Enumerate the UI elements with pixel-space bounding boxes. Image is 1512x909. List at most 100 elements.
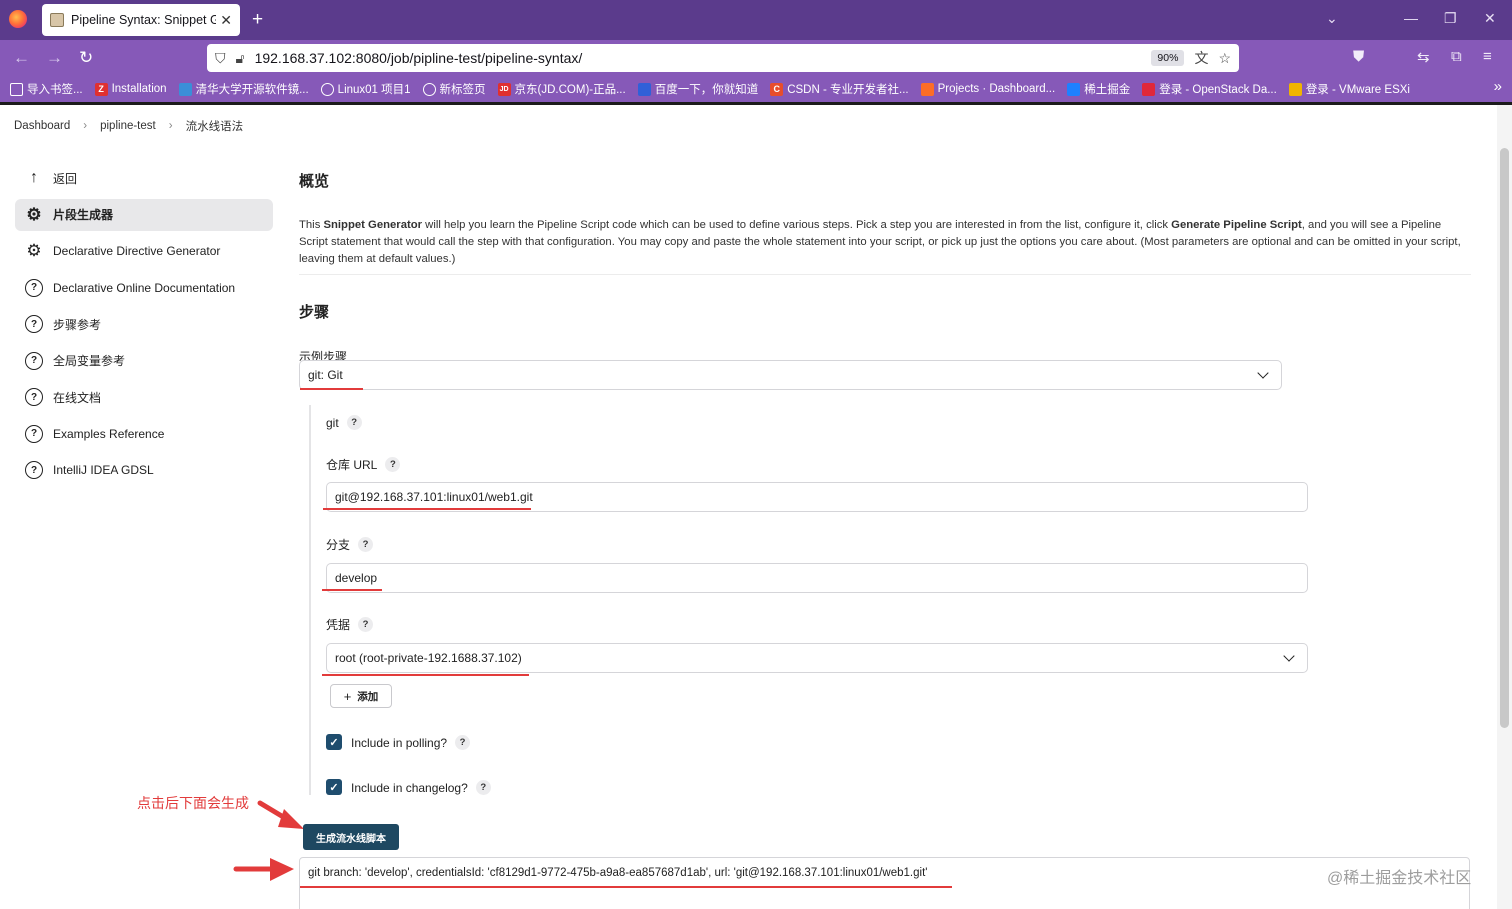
page-top-strip bbox=[0, 102, 1512, 105]
bookmark-item[interactable]: Projects · Dashboard... bbox=[920, 82, 1055, 96]
sidebar-item[interactable]: ? 步骤参考 bbox=[15, 308, 273, 340]
polling-label-row: Include in polling? ? bbox=[351, 735, 471, 750]
back-icon[interactable]: ← bbox=[13, 48, 30, 68]
bookmark-item[interactable]: 登录 - VMware ESXi bbox=[1288, 81, 1410, 97]
paw-icon bbox=[637, 82, 651, 96]
help-icon[interactable]: ? bbox=[346, 415, 362, 430]
sidebar-item[interactable]: ⚙ Declarative Directive Generator bbox=[15, 235, 273, 267]
bookmarks-overflow-icon[interactable]: » bbox=[1494, 78, 1502, 95]
bookmark-item[interactable]: Linux01 项目1 bbox=[320, 81, 411, 97]
plus-icon: + bbox=[343, 688, 352, 704]
help-icon[interactable]: ? bbox=[358, 537, 374, 552]
bookmark-label: 新标签页 bbox=[439, 84, 486, 96]
breadcrumb-current[interactable]: 流水线语法 bbox=[186, 118, 244, 134]
restore-icon[interactable]: ❐ bbox=[1444, 10, 1457, 27]
bookmark-item[interactable]: 导入书签... bbox=[10, 81, 83, 97]
bookmark-item[interactable]: JD 京东(JD.COM)-正品... bbox=[497, 81, 626, 97]
bookmark-item[interactable]: 清华大学开源软件镜... bbox=[178, 81, 309, 97]
scrollbar-thumb[interactable] bbox=[1500, 148, 1509, 728]
browser-window: Pipeline Syntax: Snippet Gene ✕ + ⌄ — ❐ … bbox=[0, 0, 1512, 909]
step-config-border bbox=[309, 405, 311, 795]
address-bar[interactable]: ⛉ 🔓︎ 192.168.37.102:8080/job/pipline-tes… bbox=[207, 44, 1239, 72]
bookmark-item[interactable]: 登录 - OpenStack Da... bbox=[1142, 81, 1277, 97]
bookmark-item[interactable]: 百度一下，你就知道 bbox=[637, 81, 758, 97]
bookmark-item[interactable]: C CSDN - 专业开发者社... bbox=[770, 81, 909, 97]
insecure-lock-icon[interactable]: 🔓︎ bbox=[236, 50, 245, 67]
extensions-icon[interactable]: ⧉ bbox=[1451, 48, 1462, 65]
help-circle-icon: ? bbox=[25, 424, 43, 443]
zoom-level-badge[interactable]: 90% bbox=[1151, 50, 1185, 66]
main-content: 概览 This Snippet Generator will help you … bbox=[299, 160, 1474, 365]
sidebar-item-label: Examples Reference bbox=[53, 426, 165, 441]
bookmarks-bar: 导入书签... Z Installation 清华大学开源软件镜... Linux01 … bbox=[0, 76, 1512, 102]
chevron-down-icon bbox=[1257, 367, 1269, 379]
branch-label: 分支 bbox=[326, 538, 351, 552]
bookmark-item[interactable]: 稀土掘金 bbox=[1067, 81, 1130, 97]
generated-script-output[interactable]: git branch: 'develop', credentialsId: 'c… bbox=[299, 857, 1470, 909]
sidebar-item[interactable]: ↑ 返回 bbox=[15, 162, 273, 194]
bookmark-item[interactable]: 新标签页 bbox=[422, 81, 486, 97]
minimize-icon[interactable]: — bbox=[1404, 10, 1418, 26]
credentials-select[interactable]: root (root-private-192.1688.37.102) bbox=[326, 643, 1308, 673]
chevron-right-icon: › bbox=[168, 120, 173, 132]
branch-input[interactable]: develop bbox=[326, 563, 1308, 593]
sidebar-item-label: IntelliJ IDEA GDSL bbox=[53, 463, 154, 477]
gitlab-icon bbox=[920, 82, 934, 96]
bookmark-label: 清华大学开源软件镜... bbox=[195, 84, 309, 96]
credentials-value: root (root-private-192.1688.37.102) bbox=[335, 651, 522, 665]
sidebar-item[interactable]: ⚙ 片段生成器 bbox=[15, 198, 273, 231]
steps-title: 步骤 bbox=[299, 304, 330, 321]
help-icon[interactable]: ? bbox=[358, 617, 374, 632]
help-icon[interactable]: ? bbox=[455, 735, 471, 750]
breadcrumb-dashboard[interactable]: Dashboard bbox=[14, 120, 70, 132]
sidebar-item[interactable]: ? IntelliJ IDEA GDSL bbox=[15, 454, 273, 486]
forward-icon[interactable]: → bbox=[46, 48, 63, 68]
url-text[interactable]: 192.168.37.102:8080/job/pipline-test/pip… bbox=[255, 50, 1152, 66]
repo-url-label-row: 仓库 URL ? bbox=[326, 456, 401, 473]
new-tab-icon[interactable]: + bbox=[252, 9, 263, 31]
annotation-text: 点击后下面会生成 bbox=[137, 795, 249, 811]
bookmark-label: 导入书签... bbox=[27, 84, 83, 96]
add-credentials-button[interactable]: + 添加 bbox=[330, 684, 392, 708]
reload-icon[interactable]: ↻ bbox=[79, 48, 93, 68]
sidebar-item[interactable]: ? 在线文档 bbox=[15, 381, 273, 413]
close-window-icon[interactable]: ✕ bbox=[1484, 10, 1496, 27]
bookmark-label: Linux01 项目1 bbox=[337, 84, 411, 96]
include-changelog-checkbox[interactable]: ✓ bbox=[326, 779, 342, 795]
app-menu-icon[interactable]: ≡ bbox=[1483, 48, 1492, 65]
bookmark-label: CSDN - 专业开发者社... bbox=[787, 84, 909, 96]
breadcrumb-job[interactable]: pipline-test bbox=[100, 120, 156, 132]
annotation-arrow-icon bbox=[257, 800, 304, 829]
divider bbox=[299, 274, 1471, 275]
firefox-logo-icon[interactable] bbox=[9, 10, 27, 28]
help-circle-icon: ? bbox=[25, 351, 43, 370]
close-tab-icon[interactable]: ✕ bbox=[220, 12, 232, 29]
sidebar-item[interactable]: ? 全局变量参考 bbox=[15, 345, 273, 377]
annotation-underline bbox=[322, 674, 529, 677]
sample-step-select[interactable]: git: Git bbox=[299, 360, 1282, 390]
sidebar-item-label: 在线文档 bbox=[53, 390, 102, 405]
bookmark-item[interactable]: Z Installation bbox=[94, 82, 167, 96]
browser-tab-active[interactable]: Pipeline Syntax: Snippet Gene ✕ bbox=[42, 4, 240, 36]
changelog-label: Include in changelog? bbox=[351, 780, 468, 795]
help-icon[interactable]: ? bbox=[385, 457, 401, 472]
pocket-icon[interactable]: ⛊ bbox=[1353, 48, 1364, 65]
shield-icon[interactable]: ⛉ bbox=[215, 50, 226, 67]
bookmark-star-icon[interactable]: ☆ bbox=[1218, 50, 1231, 67]
sidebar-item[interactable]: ? Declarative Online Documentation bbox=[15, 272, 273, 304]
tab-bar: Pipeline Syntax: Snippet Gene ✕ + ⌄ — ❐ … bbox=[0, 0, 1512, 40]
bookmark-favicon-icon: Z bbox=[94, 82, 108, 96]
sidebar-item-label: Declarative Directive Generator bbox=[53, 244, 221, 258]
generate-pipeline-script-button[interactable]: 生成流水线脚本 bbox=[303, 824, 399, 850]
tab-list-chevron-icon[interactable]: ⌄ bbox=[1326, 10, 1338, 27]
translate-extension-icon[interactable]: ⇆ bbox=[1417, 48, 1430, 66]
import-icon bbox=[10, 82, 23, 96]
translate-icon[interactable]: 文 bbox=[1194, 48, 1208, 68]
sidebar: ↑ 返回 ⚙ 片段生成器 ⚙ Declarative Directive Generato… bbox=[15, 162, 273, 491]
description-text: This Snippet Generator will help you lea… bbox=[299, 219, 1461, 265]
help-icon[interactable]: ? bbox=[475, 780, 491, 795]
bookmark-label: 京东(JD.COM)-正品... bbox=[514, 84, 626, 96]
help-circle-icon: ? bbox=[25, 278, 43, 297]
include-polling-checkbox[interactable]: ✓ bbox=[326, 734, 342, 750]
sidebar-item[interactable]: ? Examples Reference bbox=[15, 418, 273, 450]
